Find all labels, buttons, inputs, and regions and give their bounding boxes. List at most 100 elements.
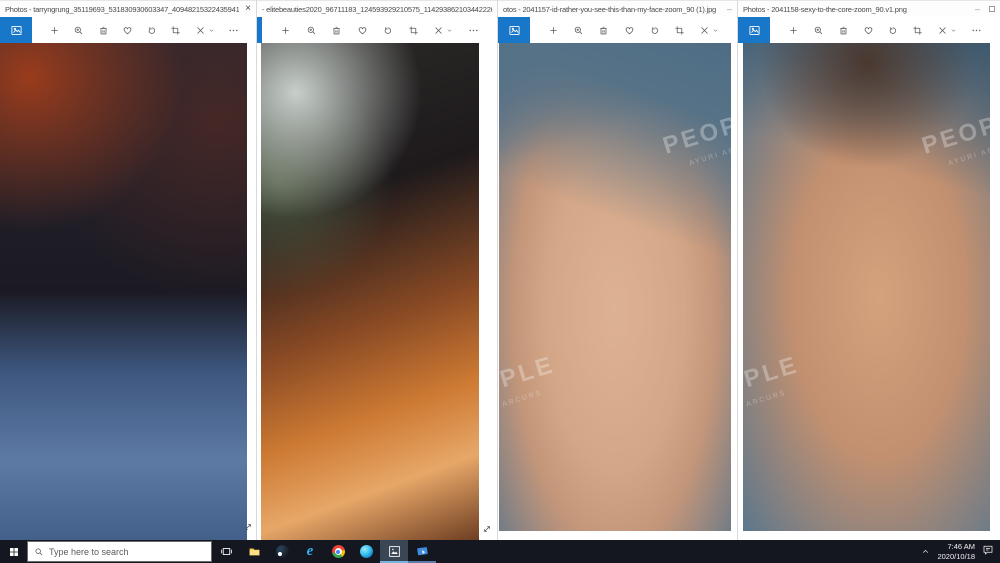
edit-create-button[interactable] [699,25,719,36]
photos-toolbar [498,17,737,43]
chrome-icon [332,545,345,558]
window-title: otos - 2041157-id-rather-you-see-this-th… [503,5,721,14]
expand-diagonal-icon[interactable] [481,522,493,534]
more-button[interactable] [971,25,982,36]
window-title: - elitebeauties2020_96711183_12459392921… [262,5,492,14]
rotate-button[interactable] [146,25,157,36]
favorite-button[interactable] [122,25,133,36]
show-hidden-icons-button[interactable] [921,543,930,561]
zoom-in-button[interactable] [306,25,317,36]
photo-viewer-canvas: PEOPLE AYURI ARCURS PEOPLE AYURI ARCURS [738,43,1000,540]
task-view-button[interactable] [212,540,240,563]
folder-icon [248,545,261,558]
rotate-button[interactable] [649,25,660,36]
expand-diagonal-icon[interactable] [242,520,254,532]
search-placeholder-text: Type here to search [49,547,129,557]
crop-button[interactable] [170,25,181,36]
rotate-button[interactable] [887,25,898,36]
taskbar-clock[interactable]: 7:46 AM 2020/10/18 [937,542,975,561]
start-button[interactable] [0,540,27,563]
maximize-icon[interactable] [989,6,995,12]
photo-viewer-canvas [0,43,256,540]
taskbar-item-steam[interactable] [268,540,296,563]
edit-create-button[interactable] [937,25,957,36]
photo-content-placeholder[interactable] [0,43,247,540]
edit-create-button[interactable] [195,25,215,36]
taskbar-item-internet-explorer[interactable]: e [296,540,324,563]
add-button[interactable] [788,25,799,36]
chevron-down-icon [446,27,453,34]
minimize-icon[interactable]: – [727,5,732,13]
steam-icon [276,545,289,558]
add-button[interactable] [548,25,559,36]
more-button[interactable] [228,25,239,36]
delete-button[interactable] [98,25,109,36]
photo-icon [10,24,23,37]
zoom-in-button[interactable] [813,25,824,36]
zoom-in-button[interactable] [73,25,84,36]
add-button[interactable] [280,25,291,36]
favorite-button[interactable] [624,25,635,36]
action-center-button[interactable] [982,543,994,561]
chevron-down-icon [712,27,719,34]
photos-window-1: Photos - tarryngrung_35119693_5318309306… [0,0,256,540]
chevron-down-icon [950,27,957,34]
delete-button[interactable] [331,25,342,36]
taskbar-item-file-explorer[interactable] [240,540,268,563]
stock-watermark: PEOPLE AYURI ARCURS [660,102,731,176]
taskbar-item-edge[interactable] [352,540,380,563]
taskbar: Type here to search e 7:46 AM 2020/10/18 [0,540,1000,563]
favorite-button[interactable] [357,25,368,36]
window-title: Photos - tarryngrung_35119693_5318309306… [5,5,239,14]
chevron-down-icon [208,27,215,34]
search-input[interactable]: Type here to search [27,541,212,562]
see-all-photos-button[interactable] [0,17,32,43]
stock-watermark: PEOPLE AYURI ARCURS [499,353,563,427]
system-tray: 7:46 AM 2020/10/18 [921,540,1000,563]
task-view-icon [220,545,233,558]
desktop-screen: Photos - tarryngrung_35119693_5318309306… [0,0,1000,563]
taskbar-item-screen-share[interactable] [408,540,436,563]
see-all-photos-button[interactable] [498,17,530,43]
photos-toolbar [0,17,256,43]
crop-button[interactable] [408,25,419,36]
photos-app-icon [388,545,401,558]
photo-icon [748,24,761,37]
crop-button[interactable] [912,25,923,36]
delete-button[interactable] [598,25,609,36]
action-center-icon [982,544,994,556]
crop-button[interactable] [674,25,685,36]
more-button[interactable] [468,25,479,36]
clock-date: 2020/10/18 [937,552,975,561]
window-titlebar[interactable]: Photos - 2041158-sexy-to-the-core-zoom_9… [738,0,1000,17]
favorite-button[interactable] [863,25,874,36]
see-all-photos-button[interactable] [738,17,770,43]
window-titlebar[interactable]: otos - 2041157-id-rather-you-see-this-th… [498,0,737,17]
stock-watermark: PEOPLE AYURI ARCURS [743,353,807,427]
windows-logo-icon [8,546,20,558]
add-button[interactable] [49,25,60,36]
photo-content-placeholder[interactable]: PEOPLE AYURI ARCURS PEOPLE AYURI ARCURS [743,43,990,531]
delete-button[interactable] [838,25,849,36]
rotate-button[interactable] [382,25,393,36]
photos-window-2: - elitebeauties2020_96711183_12459392921… [256,0,497,540]
zoom-in-button[interactable] [573,25,584,36]
photo-content-placeholder[interactable]: PEOPLE AYURI ARCURS PEOPLE AYURI ARCURS [499,43,731,531]
clock-time: 7:46 AM [947,542,975,551]
photos-window-4: Photos - 2041158-sexy-to-the-core-zoom_9… [737,0,1000,540]
photo-viewer-canvas [257,43,497,540]
edge-icon [360,545,373,558]
photos-window-3: otos - 2041157-id-rather-you-see-this-th… [497,0,737,540]
search-icon [34,547,44,557]
close-icon[interactable]: × [245,4,251,14]
minimize-icon[interactable]: – [975,5,980,13]
taskbar-item-photos[interactable] [380,540,408,563]
window-titlebar[interactable]: - elitebeauties2020_96711183_12459392921… [257,0,497,17]
internet-explorer-icon: e [307,545,314,558]
stock-watermark: PEOPLE AYURI ARCURS [919,102,990,176]
window-titlebar[interactable]: Photos - tarryngrung_35119693_5318309306… [0,0,256,17]
photo-content-placeholder[interactable] [261,43,479,540]
edit-create-button[interactable] [433,25,453,36]
window-title: Photos - 2041158-sexy-to-the-core-zoom_9… [743,5,969,14]
taskbar-item-chrome[interactable] [324,540,352,563]
